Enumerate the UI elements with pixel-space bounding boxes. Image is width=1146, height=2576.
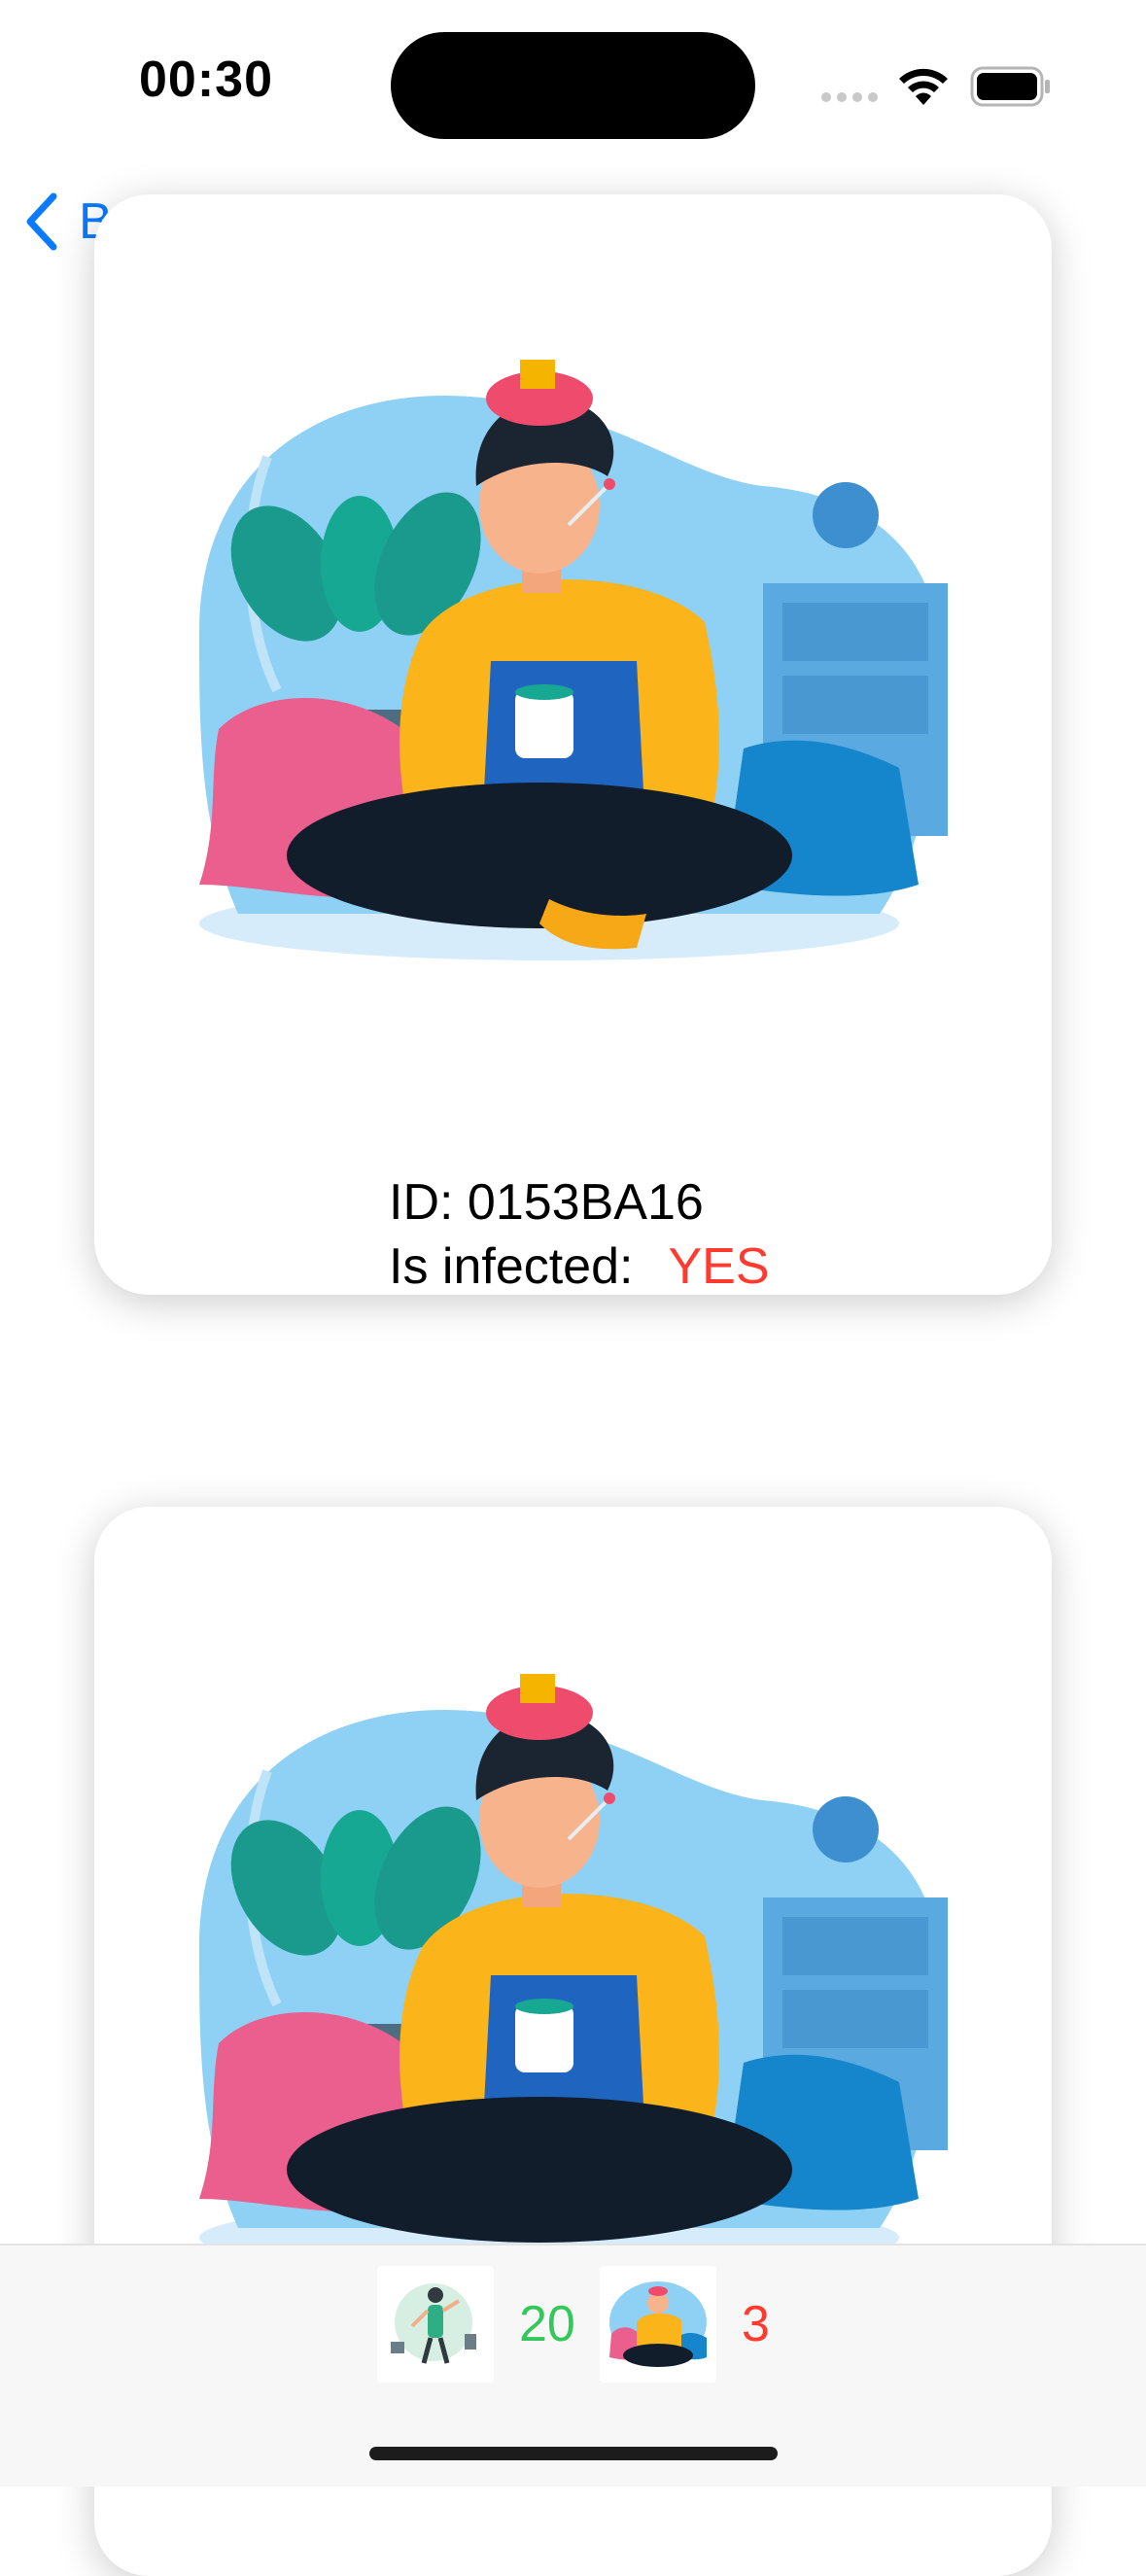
healthy-person-thumbnail [377,2266,494,2383]
healthy-count: 20 [519,2296,575,2352]
infected-summary[interactable]: 3 [600,2266,770,2383]
dynamic-island [391,32,755,139]
battery-icon [970,66,1050,107]
status-time: 00:30 [139,52,273,108]
home-indicator[interactable] [369,2447,778,2460]
cellular-signal-icon [821,92,878,102]
wifi-icon [899,68,948,105]
sick-person-illustration [199,360,948,960]
person-card[interactable]: ID: 0153BA16 Is infected: YES [94,194,1052,1295]
person-info: ID: 0153BA16 Is infected: YES [389,1170,770,1295]
infected-label: Is infected: [389,1238,634,1295]
healthy-summary[interactable]: 20 [377,2266,575,2383]
infection-status: Is infected: YES [389,1235,770,1295]
person-id: ID: 0153BA16 [389,1174,704,1231]
infected-value: YES [668,1238,770,1295]
sick-person-thumbnail [600,2266,716,2383]
infected-count: 3 [742,2296,770,2352]
chevron-left-icon [26,192,57,251]
